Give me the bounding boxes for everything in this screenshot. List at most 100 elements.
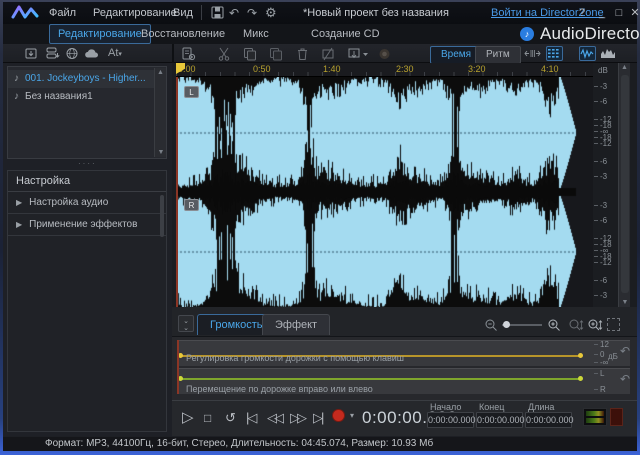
paste-icon[interactable] — [269, 47, 283, 61]
tab-effect[interactable]: Эффект — [262, 314, 330, 335]
record-button[interactable] — [332, 409, 345, 422]
volume-envelope-row[interactable]: Регулировка громкости дорожки с помощью … — [177, 340, 630, 366]
scroll-up-icon[interactable]: ▲ — [155, 68, 166, 77]
ruler-tick-label: 4:10 — [541, 64, 559, 74]
pan-envelope-caption: Перемещение по дорожке вправо или влево — [186, 384, 373, 394]
db-scale-label: -6 — [594, 276, 607, 285]
list-item[interactable]: ♪001. Jockeyboys - Higher... — [8, 70, 166, 88]
marker-icon[interactable] — [347, 47, 369, 61]
length-field-label: Длина — [528, 402, 554, 412]
vertical-zoom-in-icon[interactable] — [587, 318, 603, 332]
cut-icon[interactable] — [217, 47, 231, 61]
delete-icon[interactable] — [296, 47, 309, 61]
scroll-down-icon[interactable]: ▼ — [619, 298, 631, 307]
level-meter — [583, 408, 607, 426]
reset-pan-icon[interactable]: ↶ — [620, 372, 630, 386]
zoom-out-icon[interactable] — [484, 318, 498, 332]
text-tool-icon[interactable]: At▾ — [108, 47, 122, 59]
scale-unit: дБ — [608, 352, 618, 361]
db-scale-label: -12 — [594, 139, 612, 148]
go-start-button[interactable]: |◁ — [246, 406, 255, 430]
menu-edit[interactable]: Редактирование — [89, 2, 181, 24]
fit-view-icon[interactable] — [607, 318, 620, 331]
menu-file[interactable]: Файл — [45, 2, 80, 24]
reset-volume-icon[interactable]: ↶ — [620, 344, 630, 358]
scale-label: 12 — [594, 340, 609, 349]
minimize-button[interactable]: _ — [595, 2, 609, 24]
zoom-slider-handle[interactable] — [503, 321, 510, 328]
waveform-scrollbar[interactable]: ▲ ▼ — [618, 63, 630, 307]
panel-splitter[interactable]: ···· — [78, 159, 97, 168]
settings-item-effects[interactable]: ▶Применение эффектов — [8, 214, 166, 236]
go-end-button[interactable]: ▷| — [313, 406, 322, 430]
expand-arrow-icon[interactable]: ▶ — [16, 220, 22, 229]
cloud-icon[interactable] — [84, 48, 99, 59]
envelope-keyframe[interactable] — [578, 353, 583, 358]
help-button[interactable]: ? — [575, 2, 589, 24]
import-library-icon[interactable] — [46, 47, 60, 60]
redo-icon[interactable]: ↷ — [247, 2, 257, 24]
channel-right-badge: R — [184, 199, 199, 211]
maximize-button[interactable]: □ — [612, 2, 626, 24]
settings-item-audio[interactable]: ▶Настройка аудио — [8, 192, 166, 214]
expand-arrow-icon[interactable]: ▶ — [16, 198, 22, 207]
scale-label: L — [594, 369, 604, 378]
tab-create-cd[interactable]: Создание CD — [303, 25, 388, 43]
record-dropdown-icon[interactable]: ▾ — [350, 411, 354, 420]
settings-scrollbar[interactable] — [160, 195, 164, 237]
start-field[interactable]: 0:00:00.000 — [427, 412, 474, 428]
start-field-label: Начало — [430, 402, 461, 412]
play-button[interactable]: ▷ — [182, 406, 194, 430]
window-title: *Новый проект без названия — [303, 2, 449, 24]
db-scale-label: -3 — [594, 82, 607, 91]
zoom-in-icon[interactable] — [547, 318, 561, 332]
db-scale-label: -3 — [594, 291, 607, 300]
save-icon[interactable] — [211, 6, 224, 19]
playhead-line — [176, 77, 178, 307]
vertical-zoom-out-icon[interactable] — [568, 318, 584, 332]
media-list-scrollbar[interactable]: ▲ ▼ — [154, 68, 166, 157]
beat-mode-button[interactable]: Ритм — [475, 46, 521, 64]
stretch-icon[interactable] — [524, 46, 541, 61]
end-field[interactable]: 0:00:00.000 — [476, 412, 523, 428]
loop-button[interactable]: ↺ — [225, 406, 236, 430]
beat-grid-icon[interactable] — [546, 46, 563, 61]
trim-icon[interactable] — [321, 47, 335, 61]
music-note-icon: ♪ — [14, 91, 19, 102]
list-item[interactable]: ♪ Без названия1 — [8, 88, 166, 106]
tab-restore[interactable]: Восстановление — [133, 25, 233, 43]
properties-icon[interactable] — [182, 47, 196, 61]
timeline-ruler[interactable]: 0:000:501:402:303:204:10 — [176, 63, 593, 77]
copy-icon[interactable] — [243, 47, 257, 61]
settings-icon[interactable]: ⚙ — [265, 2, 277, 24]
length-field[interactable]: 0:00:00.000 — [525, 412, 572, 428]
clip-indicator — [610, 408, 623, 426]
pan-envelope-line[interactable] — [179, 378, 582, 380]
media-item-label: Без названия1 — [25, 91, 93, 102]
menu-view[interactable]: Вид — [169, 2, 197, 24]
waveform-canvas[interactable] — [176, 77, 593, 307]
stop-button[interactable]: □ — [204, 406, 211, 430]
pan-envelope-row[interactable]: Перемещение по дорожке вправо или влево — [177, 368, 630, 394]
forward-button[interactable]: ▷▷ — [290, 406, 304, 430]
preview-icon[interactable] — [377, 47, 392, 61]
ruler-tick-label: 1:40 — [323, 64, 341, 74]
collapse-panel-icon[interactable]: ⌄⌄ — [178, 315, 194, 332]
close-button[interactable]: ✕ — [628, 2, 640, 24]
end-field-label: Конец — [479, 402, 504, 412]
scrollbar-thumb[interactable] — [621, 75, 629, 293]
scroll-up-icon[interactable]: ▲ — [619, 63, 630, 72]
playhead-line — [177, 340, 179, 394]
import-media-icon[interactable] — [25, 47, 39, 60]
scroll-down-icon[interactable]: ▼ — [155, 148, 167, 157]
rewind-button[interactable]: ◁◁ — [267, 406, 281, 430]
tab-mix[interactable]: Микс — [235, 25, 277, 43]
envelope-keyframe[interactable] — [578, 376, 583, 381]
ruler-tick-label: 0:50 — [253, 64, 271, 74]
undo-icon[interactable]: ↶ — [229, 2, 239, 24]
spectral-view-icon[interactable] — [600, 46, 617, 61]
waveform-view-icon[interactable] — [579, 46, 596, 61]
divider — [201, 5, 202, 20]
directorzone-download-icon[interactable] — [65, 47, 79, 60]
ruler-tick-label: 3:20 — [468, 64, 486, 74]
